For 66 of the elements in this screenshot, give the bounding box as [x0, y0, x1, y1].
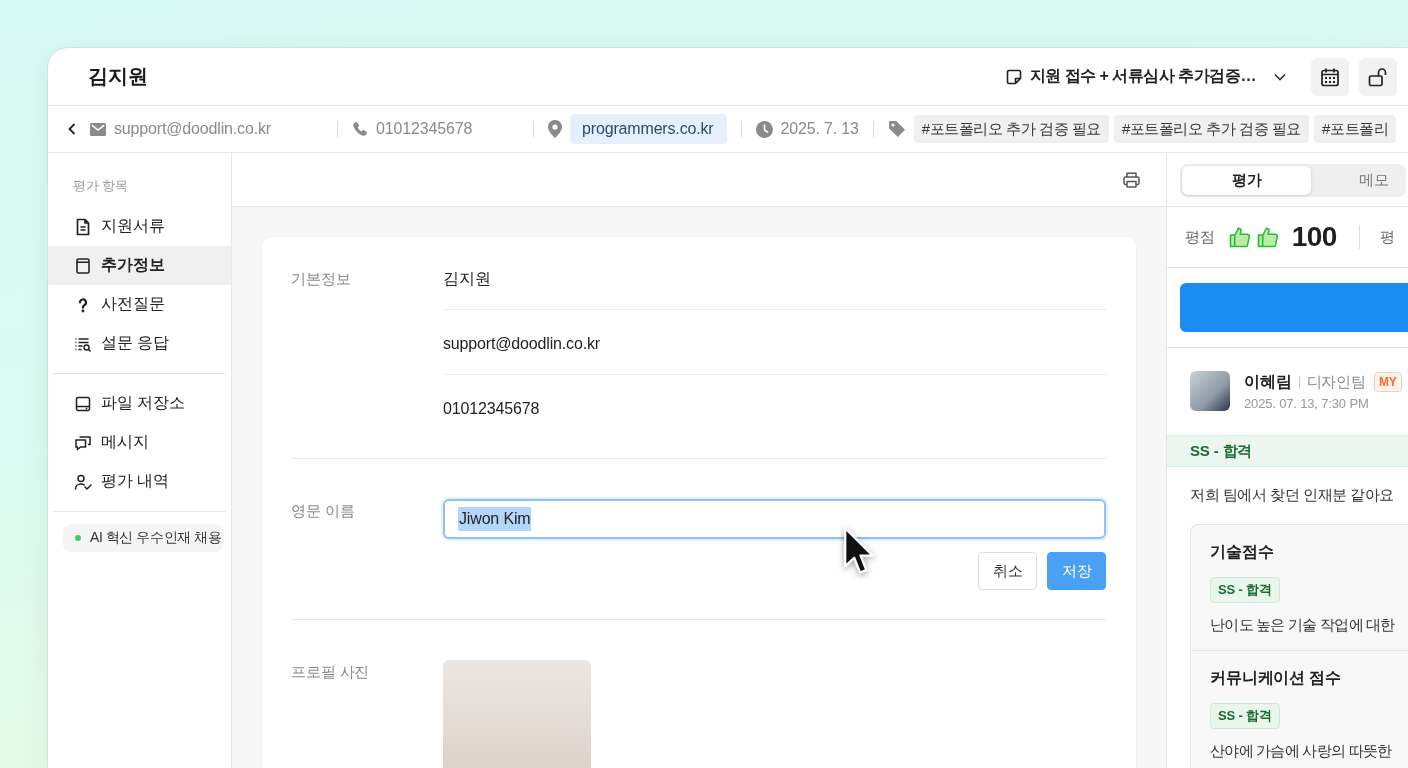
sidebar-heading: 평가 항목	[72, 178, 128, 194]
score-label: 평점	[1185, 227, 1215, 247]
person-check-icon	[74, 472, 92, 491]
sidebar-item[interactable]: 파일 저장소	[48, 384, 231, 423]
field-value: 01012345678	[443, 400, 540, 417]
stat-label: 평	[1379, 227, 1395, 247]
phone-text: 01012345678	[376, 120, 473, 138]
calendar-button[interactable]	[1311, 57, 1349, 96]
tag-chip[interactable]: #포트폴리오 추가 검증 필요	[913, 115, 1109, 143]
text-input-field[interactable]: Jiwon Kim	[443, 499, 1106, 539]
chevron-down-icon	[1274, 72, 1286, 81]
sidebar-item[interactable]: 평가 내역	[48, 462, 231, 501]
clock-icon	[755, 120, 773, 138]
criterion-title: 커뮤니케이션 점수	[1210, 669, 1341, 686]
phone-icon	[352, 121, 368, 137]
field-value: support@doodlin.co.kr	[443, 335, 600, 352]
thumbs-up-icon	[1256, 226, 1279, 248]
print-button[interactable]	[1123, 171, 1140, 188]
date-text: 2025. 7. 13	[780, 120, 859, 138]
chat-bubbles-icon	[74, 433, 92, 452]
criterion-comment: 산야에 가슴에 사랑의 따뜻한	[1210, 742, 1392, 759]
tab[interactable]: 평가	[1182, 166, 1311, 195]
document-icon	[74, 217, 92, 236]
score-value: 100	[1291, 221, 1337, 253]
reviewer-name: 이혜림	[1244, 371, 1292, 392]
clipboard-icon	[74, 256, 92, 275]
sidebar-item[interactable]: 추가정보	[48, 246, 231, 285]
team-name: 디자인팀	[1306, 372, 1366, 392]
tab[interactable]: 메모	[1311, 166, 1404, 195]
calendar-icon	[1320, 66, 1340, 87]
email-text: support@doodlin.co.kr	[114, 120, 271, 138]
sidebar-item[interactable]: 메시지	[48, 423, 231, 462]
tag-icon	[887, 120, 906, 138]
result-badge: SS - 합격	[1210, 703, 1280, 729]
avatar-placeholder	[1190, 371, 1230, 411]
criterion-comment: 난이도 높은 기술 작업에 대한	[1210, 616, 1395, 633]
status-dot-icon	[75, 535, 81, 541]
unlock-button[interactable]	[1359, 57, 1397, 96]
source-chip: programmers.co.kr	[570, 114, 727, 144]
my-badge: MY	[1373, 372, 1402, 392]
window-title: 김지원	[88, 64, 148, 89]
criterion-title: 기술점수	[1210, 543, 1274, 560]
sidebar-item[interactable]: 사전질문	[48, 285, 231, 324]
cancel-button[interactable]: 취소	[978, 552, 1037, 590]
print-icon	[1123, 171, 1140, 188]
field-label: 기본정보	[291, 269, 351, 289]
job-posting-chip[interactable]: AI 혁신 우수인재 채용	[63, 524, 223, 552]
review-time: 2025. 07. 13, 7:30 PM	[1244, 396, 1370, 411]
note-icon	[1005, 68, 1022, 85]
result-banner: SS - 합격	[1167, 435, 1408, 467]
field-label: 프로필 사진	[291, 662, 370, 682]
sidebar-item[interactable]: 설문 응답	[48, 324, 231, 363]
chevron-left-icon	[67, 122, 77, 136]
thumbs-up-icon	[1228, 226, 1251, 248]
storage-drive-icon	[74, 394, 92, 413]
tag-chip[interactable]: #포트폴리	[1314, 115, 1397, 143]
field-value: 김지원	[443, 270, 491, 287]
location-pin-icon	[548, 120, 562, 138]
review-comment: 저희 팀에서 찾던 인재분 같아요	[1189, 485, 1396, 505]
stage-dropdown[interactable]: 지원 접수 + 서류심사 추가검증…	[1005, 66, 1286, 87]
sidebar-item[interactable]: 지원서류	[48, 207, 231, 246]
result-badge: SS - 합격	[1210, 577, 1280, 603]
tag-chip[interactable]: #포트폴리오 추가 검증 필요	[1113, 115, 1310, 143]
envelope-icon	[90, 122, 106, 136]
field-label: 영문 이름	[291, 501, 355, 521]
unlocked-padlock-icon	[1368, 66, 1388, 87]
